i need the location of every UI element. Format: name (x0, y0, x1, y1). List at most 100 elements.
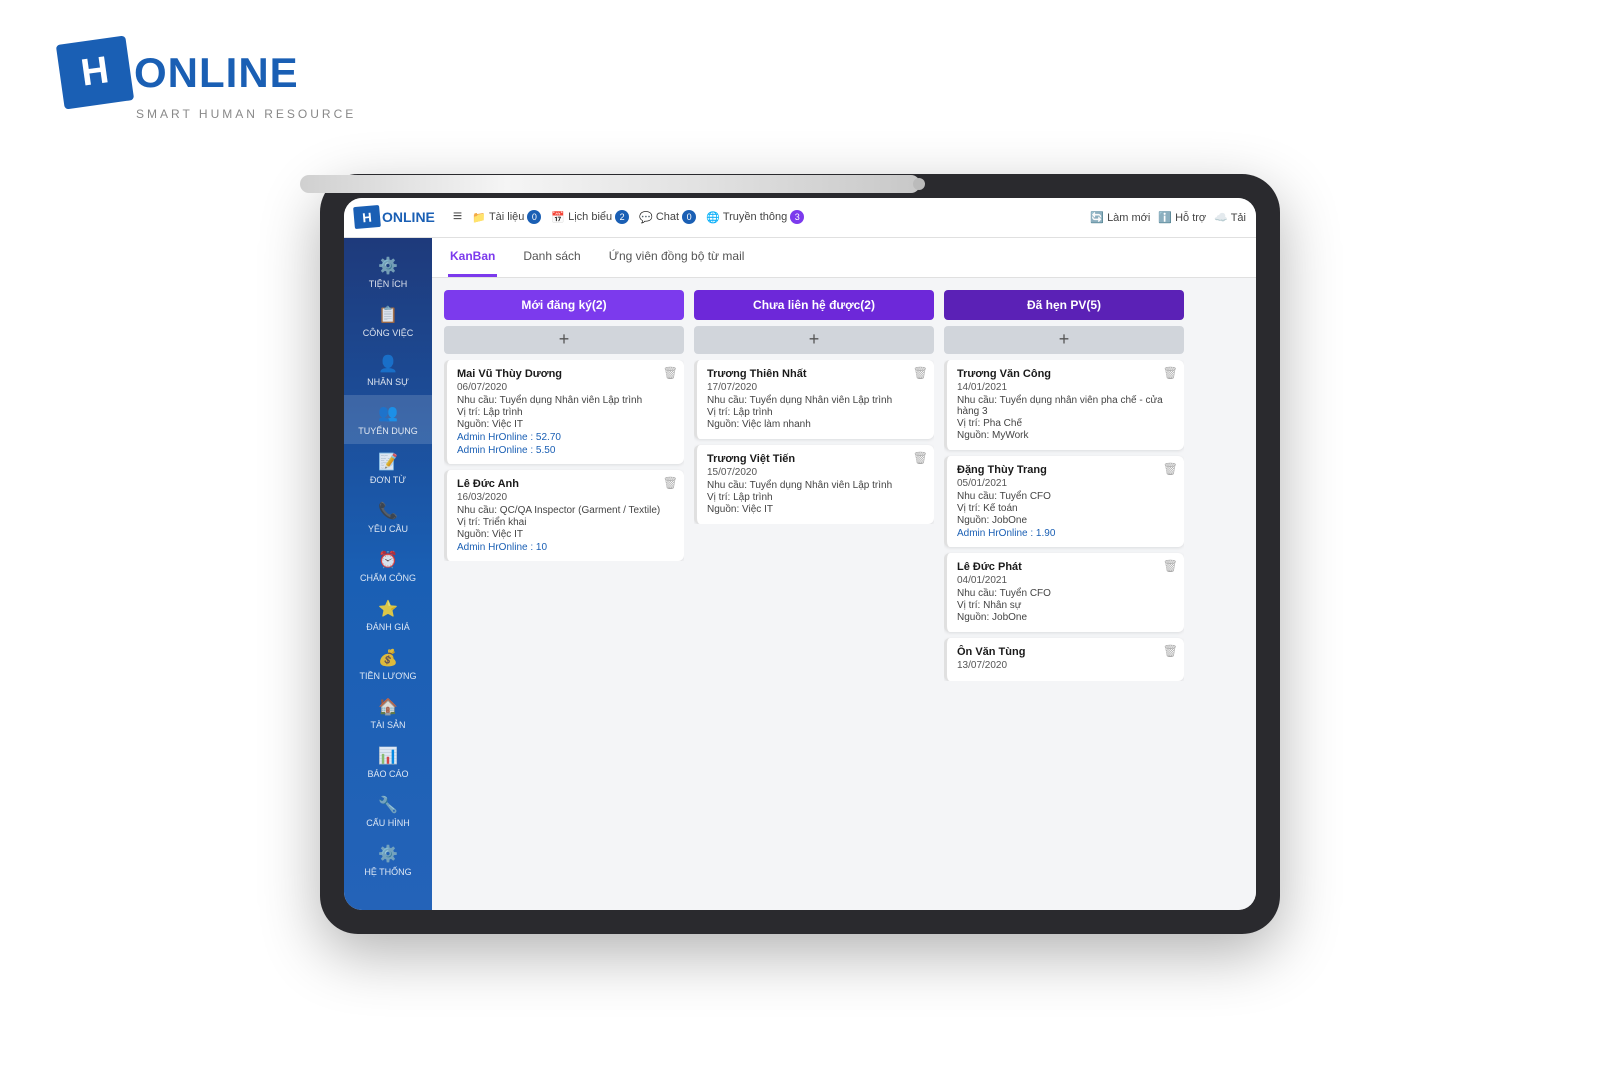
delete-icon[interactable]: 🗑 (1163, 644, 1178, 658)
delete-icon[interactable]: 🗑 (1163, 366, 1178, 380)
delete-icon[interactable]: 🗑 (1163, 559, 1178, 573)
nav-item-chat[interactable]: 💬 Chat 0 (639, 210, 696, 224)
tab-ungvien[interactable]: Ứng viên đồng bộ từ mail (607, 238, 747, 277)
card-name: Lê Đức Phát (957, 561, 1174, 573)
card-nhucau: Nhu cầu: Tuyển dụng Nhân viên Lập trình (707, 395, 924, 406)
card-nguon: Nguồn: Việc IT (457, 419, 674, 430)
logo-h-icon: H (56, 35, 134, 109)
yeucau-icon: 📞 (378, 501, 398, 521)
kanban-column-dahenpv: Đã hẹn PV(5) + 🗑 Trương Văn Công 14/01/2… (944, 290, 1184, 898)
sidebar-item-danhgia[interactable]: ⭐ ĐÁNH GIÁ (344, 591, 432, 640)
kanban-card-truongthiennhat: 🗑 Trương Thiên Nhất 17/07/2020 Nhu cầu: … (694, 360, 934, 439)
sidebar-taisan-label: TÀI SẢN (370, 720, 405, 730)
sidebar-item-donthu[interactable]: 📝 ĐƠN TỪ (344, 444, 432, 493)
chamcong-icon: ⏰ (378, 550, 398, 570)
card-admin1: Admin HrOnline : 10 (457, 542, 674, 553)
folder-icon: 📁 (472, 211, 486, 224)
sidebar-item-hethong[interactable]: ⚙️ HỆ THỐNG (344, 836, 432, 885)
tienluong-icon: 💰 (378, 648, 398, 668)
card-vitri: Vị trí: Triển khai (457, 517, 674, 528)
delete-icon[interactable]: 🗑 (663, 476, 678, 490)
nav-item-lichbieu[interactable]: 📅 Lịch biểu 2 (551, 210, 629, 224)
kanban-card-onvantung: 🗑 Ôn Văn Tùng 13/07/2020 (944, 638, 1184, 681)
kanban-card-truongvancong: 🗑 Trương Văn Công 14/01/2021 Nhu cầu: Tu… (944, 360, 1184, 450)
card-date: 06/07/2020 (457, 382, 674, 393)
card-nhucau: Nhu cầu: Tuyển CFO (957, 491, 1174, 502)
nav-item-truyenthong[interactable]: 🌐 Truyền thông 3 (706, 210, 804, 224)
tab-danhsach[interactable]: Danh sách (521, 238, 582, 277)
kanban-add-moidangky[interactable]: + (444, 326, 684, 354)
hethong-icon: ⚙️ (378, 844, 398, 864)
card-vitri: Vị trí: Lập trình (707, 407, 924, 418)
tienich-icon: ⚙️ (378, 256, 398, 276)
kanban-card-maivuthuyduong: 🗑 Mai Vũ Thùy Dương 06/07/2020 Nhu cầu: … (444, 360, 684, 464)
card-nguon: Nguồn: JobOne (957, 515, 1174, 526)
tabs-bar: KanBan Danh sách Ứng viên đồng bộ từ mai… (432, 238, 1256, 278)
sidebar-baocao-label: BÁO CÁO (367, 769, 408, 779)
card-nhucau: Nhu cầu: QC/QA Inspector (Garment / Text… (457, 505, 674, 516)
hamburger-icon[interactable]: ≡ (453, 208, 462, 226)
sidebar-yeucau-label: YÊU CẦU (368, 524, 408, 534)
nav-chat-label: Chat (656, 211, 679, 223)
sidebar-congviec-label: CÔNG VIỆC (363, 328, 414, 338)
card-date: 04/01/2021 (957, 575, 1174, 586)
sidebar-item-cauhinh[interactable]: 🔧 CẤU HÌNH (344, 787, 432, 836)
nav-tailieu-badge: 0 (527, 210, 541, 224)
card-name: Mai Vũ Thùy Dương (457, 368, 674, 380)
card-nhucau: Nhu cầu: Tuyển dụng Nhân viên Lập trình (707, 480, 924, 491)
content-area: KanBan Danh sách Ứng viên đồng bộ từ mai… (432, 238, 1256, 910)
card-nguon: Nguồn: MyWork (957, 430, 1174, 441)
nav-lichbieu-badge: 2 (615, 210, 629, 224)
kanban-cards-moidangky: 🗑 Mai Vũ Thùy Dương 06/07/2020 Nhu cầu: … (444, 360, 684, 561)
help-icon[interactable]: ℹ️ Hỗ trợ (1158, 211, 1206, 224)
kanban-add-chualienhduoc[interactable]: + (694, 326, 934, 354)
card-nhucau: Nhu cầu: Tuyển CFO (957, 588, 1174, 599)
delete-icon[interactable]: 🗑 (913, 366, 928, 380)
tab-kanban[interactable]: KanBan (448, 238, 497, 277)
kanban-column-moidangky: Mới đăng ký(2) + 🗑 Mai Vũ Thùy Dương 06/… (444, 290, 684, 898)
card-admin1: Admin HrOnline : 1.90 (957, 528, 1174, 539)
card-date: 14/01/2021 (957, 382, 1174, 393)
card-name: Trương Thiên Nhất (707, 368, 924, 380)
sidebar-chamcong-label: CHẤM CÔNG (360, 573, 416, 583)
chat-icon: 💬 (639, 211, 653, 224)
card-name: Đặng Thùy Trang (957, 464, 1174, 476)
sidebar-item-tienluong[interactable]: 💰 TIỀN LƯƠNG (344, 640, 432, 689)
refresh-icon[interactable]: 🔄 Làm mới (1090, 211, 1150, 224)
card-date: 13/07/2020 (957, 660, 1174, 671)
danhgia-icon: ⭐ (378, 599, 398, 619)
sidebar-item-baocao[interactable]: 📊 BÁO CÁO (344, 738, 432, 787)
card-name: Lê Đức Anh (457, 478, 674, 490)
kanban-column-chualienhduoc: Chưa liên hệ được(2) + 🗑 Trương Thiên Nh… (694, 290, 934, 898)
delete-icon[interactable]: 🗑 (663, 366, 678, 380)
nav-item-tailieu[interactable]: 📁 Tài liệu 0 (472, 210, 541, 224)
topbar-logo: H ONLINE (354, 206, 435, 228)
sidebar-item-congviec[interactable]: 📋 CÔNG VIỆC (344, 297, 432, 346)
sidebar-item-nhansu[interactable]: 👤 NHÂN SỰ (344, 346, 432, 395)
delete-icon[interactable]: 🗑 (913, 451, 928, 465)
sidebar-tienluong-label: TIỀN LƯƠNG (360, 671, 417, 681)
kanban-add-dahenpv[interactable]: + (944, 326, 1184, 354)
sidebar-item-taisan[interactable]: 🏠 TÀI SẢN (344, 689, 432, 738)
sidebar-item-tuyendung[interactable]: 👥 TUYỂN DỤNG (344, 395, 432, 444)
stylus (300, 175, 920, 193)
sidebar-hethong-label: HỆ THỐNG (364, 867, 411, 877)
nav-truyenthong-label: Truyền thông (723, 211, 787, 223)
cloud-icon[interactable]: ☁️ Tải (1214, 211, 1246, 224)
sidebar-item-chamcong[interactable]: ⏰ CHẤM CÔNG (344, 542, 432, 591)
logo-area: H ONLINE SMART HUMAN RESOURCE (60, 40, 356, 121)
card-nhucau: Nhu cầu: Tuyển dụng Nhân viên Lập trình (457, 395, 674, 406)
nav-chat-badge: 0 (682, 210, 696, 224)
sidebar-item-yeucau[interactable]: 📞 YÊU CẦU (344, 493, 432, 542)
baocao-icon: 📊 (378, 746, 398, 766)
delete-icon[interactable]: 🗑 (1163, 462, 1178, 476)
topbar-nav: 📁 Tài liệu 0 📅 Lịch biểu 2 💬 Chat 0 (472, 210, 1084, 224)
logo-box: H ONLINE (60, 40, 299, 105)
sidebar-cauhinh-label: CẤU HÌNH (366, 818, 410, 828)
logo-subtitle: SMART HUMAN RESOURCE (136, 107, 356, 121)
card-date: 05/01/2021 (957, 478, 1174, 489)
globe-icon: 🌐 (706, 211, 720, 224)
sidebar-item-tienich[interactable]: ⚙️ TIỆN ÍCH (344, 248, 432, 297)
nav-truyenthong-badge: 3 (790, 210, 804, 224)
kanban-header-moidangky: Mới đăng ký(2) (444, 290, 684, 320)
